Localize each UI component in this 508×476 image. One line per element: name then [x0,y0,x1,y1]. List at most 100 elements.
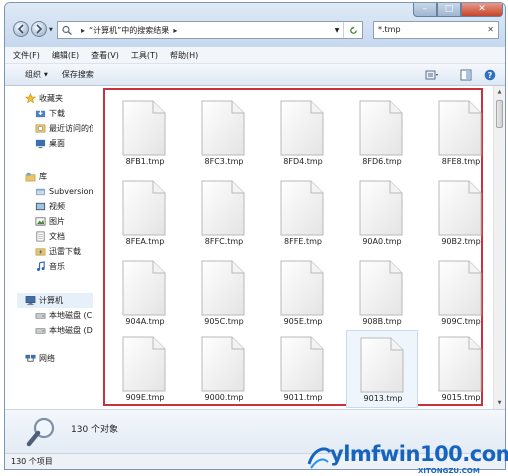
file-name: 909C.tmp [441,317,481,326]
change-view-button[interactable] [425,68,439,81]
nav-recent[interactable]: 最近访问的位置 [35,122,93,135]
nav-computer[interactable]: 计算机 [25,294,93,307]
file-item[interactable]: 8FD6.tmp [346,94,418,172]
file-item[interactable]: 908B.tmp [346,254,418,332]
organize-button[interactable]: 组织 ▼ [25,69,48,80]
nav-subversion[interactable]: Subversion [35,185,93,198]
nav-downloads[interactable]: 下载 [35,107,93,120]
recent-places-icon [35,124,46,133]
file-icon [280,180,324,236]
menu-help[interactable]: 帮助(H) [170,50,198,61]
nav-network-label: 网络 [39,354,55,363]
file-icon [201,180,245,236]
breadcrumb-search-results[interactable]: “计算机”中的搜索结果 [89,25,169,36]
nav-favorites[interactable]: 收藏夹 [25,92,93,105]
vertical-scrollbar[interactable]: ▲ ▼ [493,86,505,409]
nav-thunder-label: 迅雷下载 [49,247,81,256]
close-button[interactable]: ✕ [461,3,503,17]
file-name: 8FC3.tmp [204,157,244,166]
scroll-thumb[interactable] [496,100,503,128]
nav-network[interactable]: 网络 [25,352,93,365]
recent-pages-chevron-icon[interactable]: ▼ [49,27,53,33]
scroll-down-icon[interactable]: ▼ [494,397,505,409]
clear-search-icon[interactable]: ✕ [487,22,494,38]
search-input[interactable]: *.tmp ✕ [373,21,499,39]
navigation-pane: 收藏夹 下载 最近访问的位置 桌面 库 Subversion 视频 图片 [5,86,94,409]
breadcrumb-separator-icon[interactable]: ▸ [81,26,85,35]
nav-desktop-label: 桌面 [49,139,65,148]
preview-pane-button[interactable] [459,68,473,81]
file-name: 90B2.tmp [441,237,481,246]
file-icon [201,336,245,392]
file-item[interactable]: 90A0.tmp [346,174,418,252]
address-dropdown-icon[interactable]: ▼ [332,22,342,38]
nav-documents[interactable]: 文档 [35,230,93,243]
file-item[interactable]: 905C.tmp [188,254,260,332]
scroll-up-icon[interactable]: ▲ [494,86,505,98]
preview-pane-icon [460,69,472,80]
save-search-button[interactable]: 保存搜索 [62,69,94,80]
file-item[interactable]: 904A.tmp [109,254,181,332]
file-item[interactable]: 90B2.tmp [425,174,497,252]
file-item[interactable]: 9000.tmp [188,330,260,408]
nav-disk-2[interactable]: 本地磁盘 (D:) [35,324,93,337]
refresh-button[interactable] [343,22,362,38]
view-options-icon [425,70,438,79]
file-icon [122,100,166,156]
file-item[interactable]: 8FB1.tmp [109,94,181,172]
nav-thunder[interactable]: 迅雷下载 [35,245,93,258]
nav-pictures[interactable]: 图片 [35,215,93,228]
menu-edit[interactable]: 编辑(E) [52,50,79,61]
file-name: 905C.tmp [204,317,244,326]
computer-icon [25,296,36,306]
nav-libraries[interactable]: 库 [25,170,93,183]
nav-disk-1[interactable]: 本地磁盘 (C:) [35,309,94,322]
breadcrumb-separator-icon[interactable]: ▸ [173,26,177,35]
help-button[interactable]: ? [483,68,497,81]
file-icon [201,100,245,156]
file-item[interactable]: 8FE8.tmp [425,94,497,172]
forward-button[interactable] [31,21,47,37]
file-item[interactable]: 905E.tmp [267,254,339,332]
nav-disk-1-label: 本地磁盘 (C:) [49,311,94,320]
file-item[interactable]: 8FC3.tmp [188,94,260,172]
file-item[interactable]: 909E.tmp [109,330,181,408]
file-item[interactable]: 9015.tmp [425,330,497,408]
file-item[interactable]: 8FEA.tmp [109,174,181,252]
file-item[interactable]: 909C.tmp [425,254,497,332]
file-icon [438,180,482,236]
maximize-button[interactable]: □ [437,3,461,17]
file-item[interactable]: 8FFC.tmp [188,174,260,252]
nav-documents-label: 文档 [49,232,65,241]
file-item[interactable]: 8FFE.tmp [267,174,339,252]
menu-tools[interactable]: 工具(T) [131,50,158,61]
address-bar[interactable]: ▸ “计算机”中的搜索结果 ▸ ▼ [57,21,363,39]
nav-music[interactable]: 音乐 [35,260,93,273]
back-button[interactable] [13,21,29,37]
file-item[interactable]: 9013.tmp [346,330,418,408]
downloads-folder-icon [35,109,46,118]
file-icon [359,180,403,236]
music-icon [37,261,45,271]
menu-file[interactable]: 文件(F) [13,50,40,61]
nav-pictures-label: 图片 [49,217,65,226]
nav-videos[interactable]: 视频 [35,200,93,213]
file-icon [122,336,166,392]
minimize-button[interactable]: – [413,3,437,17]
nav-libraries-label: 库 [39,172,47,181]
file-name: 908B.tmp [362,317,402,326]
nav-videos-label: 视频 [49,202,65,211]
menu-view[interactable]: 查看(V) [91,50,119,61]
forward-arrow-icon [36,24,43,34]
object-count: 130 个对象 [71,425,119,435]
file-name: 9000.tmp [204,393,244,402]
file-item[interactable]: 8FD4.tmp [267,94,339,172]
watermark-text: ylmfwin100.com [330,442,508,466]
file-item[interactable]: 9011.tmp [267,330,339,408]
watermark-swoosh-icon [307,447,332,469]
file-list-area[interactable]: 8FB1.tmp 8FC3.tmp 8FD4.tmp 8FD6.tmp 8FE8.tmp… [93,86,493,409]
save-search-label: 保存搜索 [61,70,94,79]
nav-desktop[interactable]: 桌面 [35,137,93,150]
organize-dropdown-icon: ▼ [44,71,48,78]
file-name: 8FFE.tmp [284,237,322,246]
